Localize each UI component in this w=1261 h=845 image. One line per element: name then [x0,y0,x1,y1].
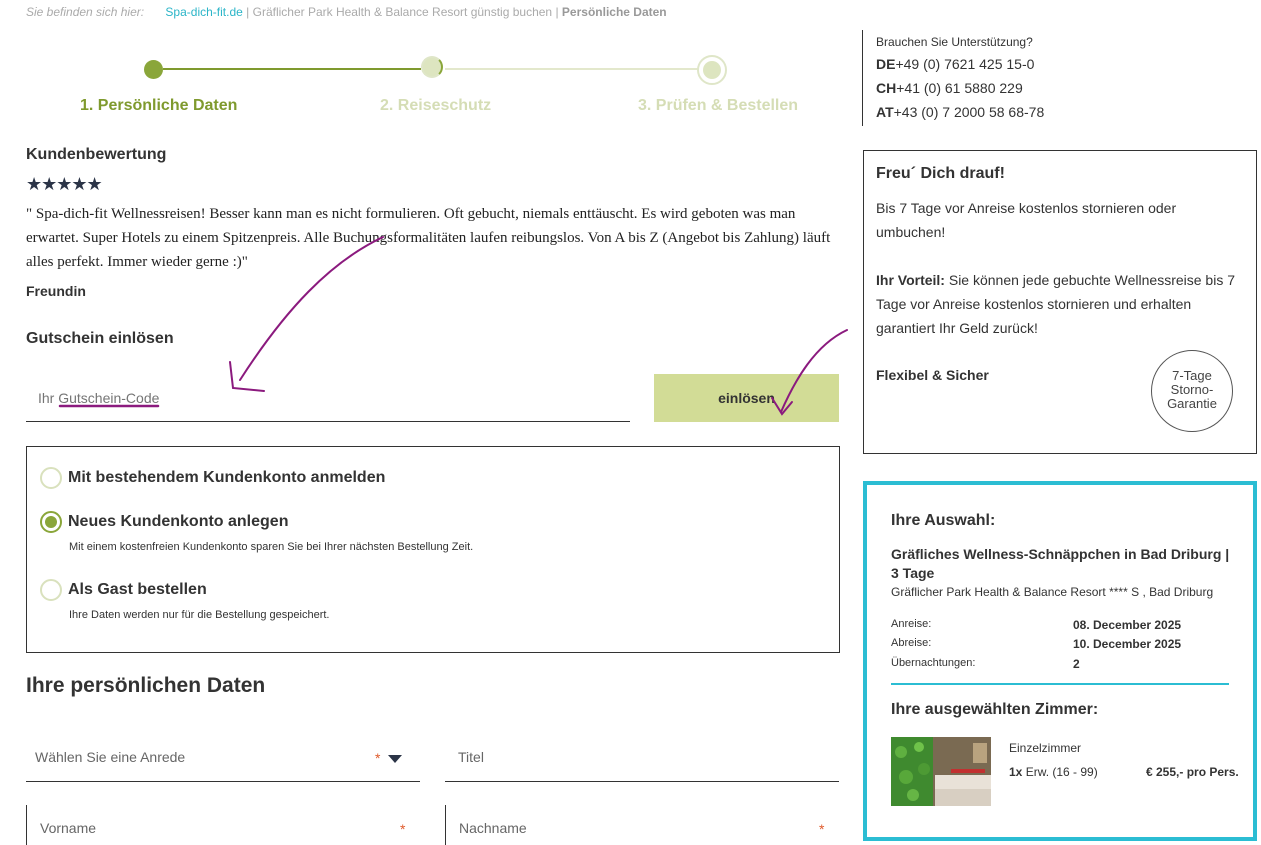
lastname-input[interactable]: Nachname * [445,805,840,845]
breadcrumb-separator: | [555,5,559,19]
package-name: Gräfliches Wellness-Schnäppchen in Bad D… [891,546,1230,581]
required-mark: * [375,750,381,766]
support-question: Brauchen Sie Unterstützung? [876,35,1033,49]
salutation-placeholder: Wählen Sie eine Anrede [35,749,186,765]
departure-date: 10. December 2025 [1073,637,1182,651]
required-mark: * [400,821,406,837]
breadcrumb-intro: Sie befinden sich hier: [26,5,145,19]
support-box: Brauchen Sie Unterstützung? DE+49 (0) 76… [876,34,1044,124]
radio-new-account[interactable] [40,511,62,533]
review-stars: ★★★★★ [26,174,103,194]
firstname-input[interactable]: Vorname * [26,805,421,845]
room-price: € 255,- pro Pers. [1146,765,1239,779]
nights-label: Übernachtungen: [891,657,976,669]
progress-line-1 [163,68,421,70]
step-1-dot [144,60,163,79]
flexible-label: Flexibel & Sicher [876,367,989,383]
breadcrumb-home-link[interactable]: Spa-dich-fit.de [165,5,242,19]
room-occupancy: 1x Erw. (16 - 99) [1009,765,1098,779]
step-3-label: 3. Prüfen & Bestellen [638,97,799,114]
room-image [891,737,991,806]
breadcrumb: Sie befinden sich hier: Spa-dich-fit.de … [26,5,667,19]
rooms-heading: Ihre ausgewählten Zimmer: [891,701,1099,718]
chevron-down-icon [388,755,402,763]
selection-summary-box: Ihre Auswahl: Gräfliches Wellness-Schnäp… [863,481,1257,841]
room-thumbnail [891,737,991,806]
required-mark: * [819,821,825,837]
option-guest-label[interactable]: Als Gast bestellen [68,581,207,599]
selection-divider [891,683,1229,685]
option-guest-hint: Ihre Daten werden nur für die Bestellung… [69,609,330,621]
voucher-field [26,374,630,422]
personal-data-heading: Ihre persönlichen Daten [26,674,266,697]
radio-guest[interactable] [40,579,62,601]
selection-heading: Ihre Auswahl: [891,512,996,529]
step-2-dot [421,56,443,78]
arrival-label: Anreise: [891,618,932,630]
review-text: " Spa-dich-fit Wellnessreisen! Besser ka… [26,206,831,270]
step-2-label: 2. Reiseschutz [380,97,492,114]
title-input[interactable]: Titel [445,734,839,782]
account-options-box: Mit bestehendem Kundenkonto anmelden Neu… [26,446,840,653]
voucher-heading: Gutschein einlösen [26,330,174,347]
arrival-date: 08. December 2025 [1073,618,1182,632]
departure-label: Abreise: [891,637,932,649]
review-heading: Kundenbewertung [26,146,167,163]
salutation-select[interactable]: Wählen Sie eine Anrede * [26,734,420,782]
option-new-account-hint: Mit einem kostenfreien Kundenkonto spare… [69,541,474,553]
cancellation-heading: Freu´ Dich drauf! [876,165,1005,182]
redeem-button[interactable]: einlösen [654,374,839,422]
option-login-label[interactable]: Mit bestehendem Kundenkonto anmelden [68,469,385,487]
room-type: Einzelzimmer [1009,741,1082,755]
storno-guarantee-badge: 7-Tage Storno- Garantie [1151,350,1233,432]
nights-value: 2 [1073,657,1080,671]
step-3-dot [697,55,727,85]
support-phone-at[interactable]: AT+43 (0) 7 2000 58 68-78 [876,100,1044,124]
step-1-label[interactable]: 1. Persönliche Daten [80,97,237,115]
option-new-account-label[interactable]: Neues Kundenkonto anlegen [68,513,288,531]
progress-line-2 [445,68,700,70]
radio-login[interactable] [40,467,62,489]
support-divider [862,30,863,126]
breadcrumb-middle-link[interactable]: Gräflicher Park Health & Balance Resort … [253,5,553,19]
breadcrumb-current: Persönliche Daten [561,5,667,19]
support-phone-de[interactable]: DE+49 (0) 7621 425 15-0 [876,52,1044,76]
cancellation-advantage: Ihr Vorteil: Sie können jede gebuchte We… [876,272,1236,336]
hotel-name: Gräflicher Park Health & Balance Resort … [891,585,1214,599]
firstname-placeholder: Vorname [40,820,97,836]
review-author: Freundin [26,283,86,299]
lastname-placeholder: Nachname [459,820,527,836]
breadcrumb-separator: | [246,5,250,19]
voucher-code-input[interactable] [26,386,598,410]
cancellation-text: Bis 7 Tage vor Anreise kostenlos stornie… [876,200,1177,240]
title-placeholder: Titel [458,749,484,765]
support-phone-ch[interactable]: CH+41 (0) 61 5880 229 [876,76,1044,100]
